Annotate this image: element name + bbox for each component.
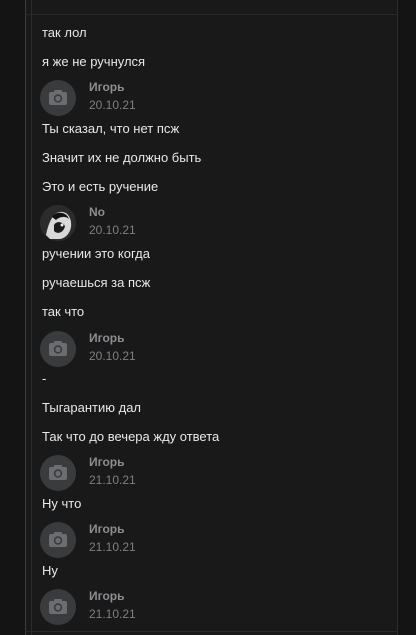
message-text: так что xyxy=(42,304,85,319)
message-history: так лол я же не ручнулся Игорь 20.10.21 Ты с… xyxy=(0,0,416,635)
message-text: Ты сказал, что нет псж xyxy=(42,121,180,136)
message-text: ручаешься за псж xyxy=(42,275,151,290)
author-name[interactable]: Игорь xyxy=(89,522,125,536)
camera-icon[interactable] xyxy=(40,589,76,625)
message-text: ручении это когда xyxy=(42,246,150,261)
author-name[interactable]: No xyxy=(89,205,105,219)
message-text: я же не ручнулся xyxy=(42,54,146,69)
message-text: Тыгарантию дал xyxy=(42,400,142,415)
camera-icon[interactable] xyxy=(40,331,76,367)
camera-icon[interactable] xyxy=(40,455,76,491)
message-text: Значит их не должно быть xyxy=(42,150,202,165)
message-date: 21.10.21 xyxy=(89,540,136,554)
message-text: Ну что xyxy=(42,496,82,511)
author-name[interactable]: Игорь xyxy=(89,331,125,345)
message-date: 21.10.21 xyxy=(89,473,136,487)
message-date: 21.10.21 xyxy=(89,607,136,621)
camera-icon[interactable] xyxy=(40,522,76,558)
message-text: Это и есть ручение xyxy=(42,179,159,194)
author-name[interactable]: Игорь xyxy=(89,589,125,603)
avatar[interactable] xyxy=(40,205,76,241)
author-name[interactable]: Игорь xyxy=(89,455,125,469)
message-text: - xyxy=(42,371,47,386)
author-name[interactable]: Игорь xyxy=(89,80,125,94)
message-text: Ну xyxy=(42,563,58,578)
camera-icon[interactable] xyxy=(40,80,76,116)
message-date: 20.10.21 xyxy=(89,223,136,237)
message-text: Так что до вечера жду ответа xyxy=(42,429,220,444)
message-text: так лол xyxy=(42,25,87,40)
message-date: 20.10.21 xyxy=(89,349,136,363)
message-date: 20.10.21 xyxy=(89,98,136,112)
